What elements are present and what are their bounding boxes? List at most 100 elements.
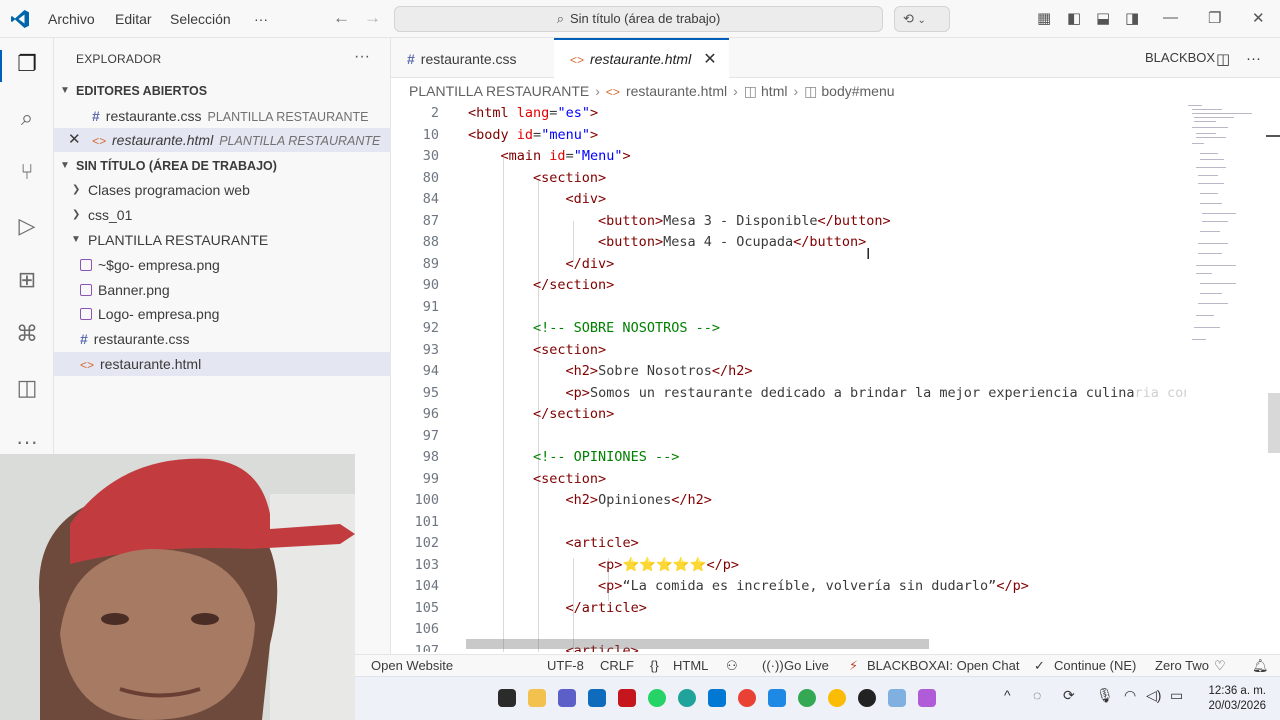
- menu-more[interactable]: ···: [254, 11, 268, 27]
- braces-icon: {}: [650, 658, 659, 673]
- file-explorer-icon[interactable]: [528, 689, 546, 707]
- battery-icon[interactable]: ▭: [1170, 687, 1183, 704]
- edge-icon[interactable]: [678, 689, 696, 707]
- volume-icon[interactable]: ◁): [1146, 687, 1161, 704]
- scroll-thumb[interactable]: [1268, 393, 1280, 453]
- search-text: Sin título (área de trabajo): [569, 11, 721, 26]
- explorer-icon[interactable]: ❐: [13, 50, 41, 78]
- open-editor-item-active[interactable]: ✕ <> restaurante.html PLANTILLA RESTAURANT…: [54, 128, 390, 152]
- code-editor[interactable]: 2 <html lang="es"> 10 <body id="menu"> 30 <m…: [391, 103, 1186, 652]
- workspace-section[interactable]: ▼ SIN TÍTULO (ÁREA DE TRABAJO): [54, 154, 390, 178]
- vertical-scrollbar[interactable]: [1266, 103, 1280, 652]
- vscode-taskbar-icon[interactable]: [708, 689, 726, 707]
- store-icon[interactable]: [768, 689, 786, 707]
- more-views-icon[interactable]: ···: [13, 428, 41, 456]
- wifi-icon[interactable]: ◠: [1124, 687, 1136, 704]
- layout-icon[interactable]: ▦: [1037, 9, 1051, 27]
- tray-app-icon[interactable]: ◌: [1033, 687, 1041, 703]
- element-icon: ◫: [804, 83, 818, 99]
- pdf-reader-icon[interactable]: [618, 689, 636, 707]
- tree-folder-item[interactable]: ❯ Clases programacion web: [54, 178, 390, 202]
- notifications-bell-icon[interactable]: 🔔︎: [1252, 655, 1269, 676]
- line-number: 96: [422, 406, 439, 422]
- blackbox-label[interactable]: BLACKBOX: [1145, 50, 1215, 65]
- close-tab-icon[interactable]: ✕: [703, 51, 716, 68]
- back-arrow-icon[interactable]: ←: [333, 8, 350, 28]
- whatsapp-icon[interactable]: [648, 689, 666, 707]
- breadcrumb-file[interactable]: restaurante.html: [626, 83, 727, 99]
- copilot-status-icon[interactable]: ⚇: [726, 655, 738, 676]
- lightning-icon: ⚡: [849, 658, 859, 673]
- tree-item-label: PLANTILLA RESTAURANTE: [88, 232, 269, 248]
- more-actions-icon[interactable]: ···: [1246, 50, 1261, 67]
- code-line: </section>: [533, 277, 615, 293]
- tree-folder-item[interactable]: ▼ PLANTILLA RESTAURANTE: [54, 228, 390, 252]
- system-clock[interactable]: 12:36 a. m. 20/03/2026: [1208, 684, 1266, 714]
- close-window-icon[interactable]: ✕: [1252, 9, 1265, 27]
- go-live-button[interactable]: Go Live: [784, 655, 829, 676]
- run-debug-icon[interactable]: ▷: [13, 212, 41, 240]
- source-control-icon[interactable]: ⑂: [13, 158, 41, 186]
- chevron-down-icon: ▼: [71, 234, 81, 245]
- chrome-profile-icon[interactable]: [798, 689, 816, 707]
- teams-icon[interactable]: [558, 689, 576, 707]
- app-2-icon[interactable]: [918, 689, 936, 707]
- encoding-button[interactable]: UTF-8: [547, 655, 584, 676]
- blackbox-chat-icon[interactable]: ◫: [13, 374, 41, 402]
- tree-item-label: restaurante.html: [100, 356, 202, 372]
- forward-arrow-icon[interactable]: →: [364, 8, 381, 28]
- zero-two-button[interactable]: Zero Two: [1155, 655, 1209, 676]
- copilot-button[interactable]: ⟲ ⌄: [894, 6, 950, 32]
- language-mode-button[interactable]: HTML: [673, 655, 708, 676]
- close-icon[interactable]: ✕: [68, 128, 81, 152]
- tree-file-item[interactable]: # restaurante.css: [54, 327, 390, 351]
- task-view-icon[interactable]: [498, 689, 516, 707]
- code-line: <h2>Sobre Nosotros</h2>: [565, 363, 753, 379]
- tree-file-item-active[interactable]: <> restaurante.html: [54, 352, 390, 376]
- tray-sync-icon[interactable]: ⟳: [1063, 687, 1075, 704]
- tree-file-item[interactable]: ~$go- empresa.png: [54, 253, 390, 277]
- breadcrumb-html[interactable]: html: [761, 83, 787, 99]
- split-editor-icon[interactable]: ◫: [1216, 50, 1230, 68]
- tab-restaurante-css[interactable]: # restaurante.css: [391, 38, 554, 78]
- eol-button[interactable]: CRLF: [600, 655, 634, 676]
- open-editor-item[interactable]: # restaurante.css PLANTILLA RESTAURANTE: [54, 104, 390, 128]
- search-icon[interactable]: ⌕: [13, 104, 41, 132]
- continue-button[interactable]: Continue (NE): [1054, 655, 1136, 676]
- tree-file-item[interactable]: Banner.png: [54, 278, 390, 302]
- toggle-panel-icon[interactable]: ⬓: [1096, 9, 1110, 27]
- breadcrumb-folder[interactable]: PLANTILLA RESTAURANTE: [409, 83, 589, 99]
- chrome-profile-2-icon[interactable]: [828, 689, 846, 707]
- tab-label: restaurante.html: [590, 51, 692, 67]
- toggle-sidebar-icon[interactable]: ◧: [1067, 9, 1081, 27]
- line-number: 104: [414, 578, 439, 594]
- open-website-button[interactable]: Open Website: [371, 655, 453, 676]
- breadcrumb-body[interactable]: body#menu: [821, 83, 894, 99]
- python-icon[interactable]: ⌘: [13, 320, 41, 348]
- tree-item-label: css_01: [88, 207, 133, 223]
- tree-folder-item[interactable]: ❯ css_01: [54, 203, 390, 227]
- extensions-icon[interactable]: ⊞: [13, 266, 41, 294]
- obs-icon[interactable]: [858, 689, 876, 707]
- menu-archivo[interactable]: Archivo: [48, 11, 95, 27]
- minimize-icon[interactable]: —: [1163, 9, 1178, 26]
- horizontal-scrollbar[interactable]: [466, 639, 929, 649]
- menu-editar[interactable]: Editar: [115, 11, 152, 27]
- mail-icon[interactable]: [588, 689, 606, 707]
- open-editors-section[interactable]: ▼ EDITORES ABIERTOS: [54, 79, 390, 103]
- tab-restaurante-html[interactable]: <> restaurante.html ✕: [554, 38, 729, 78]
- minimap[interactable]: [1186, 103, 1266, 652]
- tray-chevron-icon[interactable]: ^: [1004, 687, 1011, 703]
- more-actions-icon[interactable]: ···: [354, 48, 370, 66]
- open-editor-filename: restaurante.html: [112, 132, 214, 148]
- command-center-search[interactable]: ⌕ Sin título (área de trabajo): [394, 6, 883, 32]
- app-icon[interactable]: [888, 689, 906, 707]
- microphone-icon[interactable]: 🎙︎: [1096, 687, 1114, 704]
- blackbox-chat-button[interactable]: BLACKBOXAI: Open Chat: [867, 655, 1019, 676]
- toggle-secondary-sidebar-icon[interactable]: ◨: [1125, 9, 1139, 27]
- maximize-icon[interactable]: ❐: [1208, 9, 1221, 27]
- chrome-icon[interactable]: [738, 689, 756, 707]
- tree-file-item[interactable]: Logo- empresa.png: [54, 302, 390, 326]
- chevron-right-icon: ›: [733, 83, 738, 99]
- menu-seleccion[interactable]: Selección: [170, 11, 231, 27]
